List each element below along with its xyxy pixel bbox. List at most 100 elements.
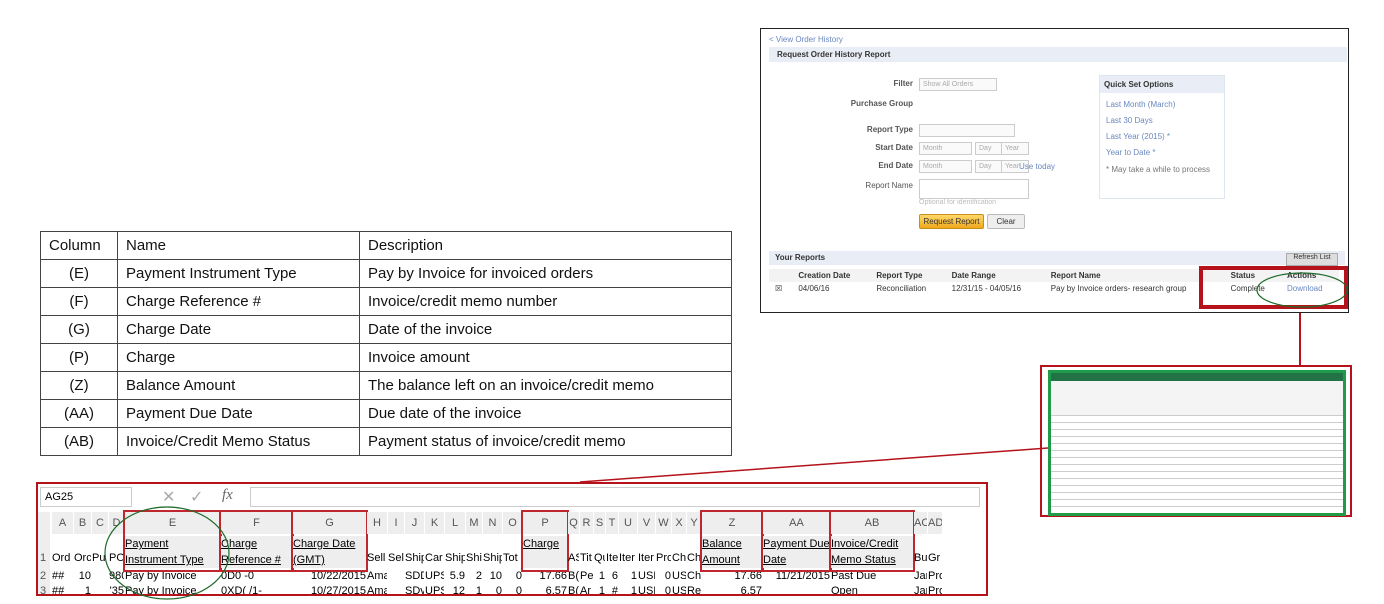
header-cell[interactable]: AS xyxy=(568,552,579,568)
cell[interactable]: 10 xyxy=(74,570,91,584)
cell[interactable]: 17.66 xyxy=(702,570,762,584)
column-header[interactable]: K xyxy=(425,512,444,534)
clear-button[interactable]: Clear xyxy=(987,214,1025,229)
cell[interactable]: 10/27/2015 xyxy=(293,585,366,594)
cell[interactable] xyxy=(763,585,830,594)
row-number[interactable]: 2 xyxy=(40,570,46,582)
column-header[interactable]: I xyxy=(388,512,404,534)
filter-select[interactable]: Show All Orders xyxy=(919,78,997,91)
cell[interactable]: Amazon xyxy=(367,585,387,594)
cell[interactable]: 1 xyxy=(619,585,637,594)
header-cell[interactable]: Iter xyxy=(638,552,655,568)
start-year-select[interactable]: Year xyxy=(1001,142,1029,155)
header-cell[interactable]: Car xyxy=(425,552,444,568)
cell[interactable]: ## xyxy=(52,585,73,594)
cell[interactable]: 2 xyxy=(466,570,482,584)
header-cell[interactable]: Iter xyxy=(619,552,637,568)
formula-bar[interactable] xyxy=(250,487,980,507)
name-box[interactable]: AG25 xyxy=(40,487,132,507)
cell[interactable]: 12 xyxy=(445,585,465,594)
header-cell[interactable]: Shi xyxy=(466,552,482,568)
report-name-input[interactable] xyxy=(919,179,1029,199)
column-header[interactable]: X xyxy=(672,512,686,534)
cell[interactable]: USI xyxy=(672,570,686,584)
cell[interactable]: 0 xyxy=(503,570,522,584)
column-header[interactable]: A xyxy=(52,512,73,534)
cell[interactable]: B( xyxy=(568,585,579,594)
cell[interactable]: Pro xyxy=(928,585,942,594)
cell[interactable]: 0 xyxy=(483,585,502,594)
start-day-select[interactable]: Day xyxy=(975,142,1003,155)
column-header[interactable]: J xyxy=(405,512,424,534)
row-number[interactable]: 1 xyxy=(40,552,46,564)
cell[interactable]: 1 xyxy=(74,585,91,594)
cell[interactable]: ## xyxy=(52,570,73,584)
header-cell[interactable]: Chi xyxy=(672,552,686,568)
header-cell[interactable]: Ship xyxy=(483,552,502,568)
cell[interactable]: 10/22/2015 xyxy=(293,570,366,584)
cell[interactable]: Pe xyxy=(580,570,593,584)
cell[interactable]: Ch xyxy=(687,570,701,584)
cell[interactable]: 1 xyxy=(594,585,605,594)
header-cell[interactable]: Gr xyxy=(928,552,942,568)
header-cell[interactable]: Ch xyxy=(687,552,701,568)
column-header[interactable]: Y xyxy=(687,512,701,534)
cancel-icon[interactable]: ✕ xyxy=(162,487,175,507)
cell[interactable]: UPS xyxy=(425,570,444,584)
refresh-list-button[interactable]: Refresh List xyxy=(1286,253,1338,266)
use-today-link[interactable]: Use today xyxy=(1019,162,1055,171)
quick-set-link[interactable]: Year to Date * xyxy=(1106,145,1218,161)
header-cell[interactable]: Ship xyxy=(445,552,465,568)
column-header[interactable]: V xyxy=(638,512,655,534)
header-cell[interactable]: Sell xyxy=(388,552,404,568)
back-link[interactable]: < View Order History xyxy=(769,35,843,44)
column-header[interactable]: N xyxy=(483,512,502,534)
end-month-select[interactable]: Month xyxy=(919,160,972,173)
cell[interactable]: Past Due xyxy=(831,570,913,584)
header-cell[interactable]: Bu xyxy=(914,552,927,568)
header-cell[interactable]: Tot xyxy=(503,552,522,568)
column-header[interactable]: B xyxy=(74,512,91,534)
header-cell[interactable]: Ord xyxy=(52,552,73,568)
cell[interactable]: B( xyxy=(568,570,579,584)
quick-set-link[interactable]: Last Month (March) xyxy=(1106,97,1218,113)
function-icon[interactable]: fx xyxy=(222,487,233,504)
cell[interactable]: 11/21/2015 xyxy=(763,570,830,584)
column-header[interactable]: U xyxy=(619,512,637,534)
confirm-icon[interactable]: ✓ xyxy=(190,487,203,507)
cell[interactable]: 1 xyxy=(619,570,637,584)
column-header[interactable]: H xyxy=(367,512,387,534)
cell[interactable]: Jar xyxy=(914,570,927,584)
cell[interactable]: USI xyxy=(672,585,686,594)
cell[interactable]: # xyxy=(606,585,618,594)
cell[interactable]: 0 xyxy=(656,570,671,584)
cell[interactable]: USI xyxy=(638,585,655,594)
request-report-button[interactable]: Request Report xyxy=(919,214,984,229)
cell[interactable]: 10 xyxy=(483,570,502,584)
header-cell[interactable]: Qu xyxy=(594,552,605,568)
cell[interactable]: 5.9 xyxy=(445,570,465,584)
row-number[interactable]: 3 xyxy=(40,585,46,597)
cell[interactable]: Pro xyxy=(928,570,942,584)
end-day-select[interactable]: Day xyxy=(975,160,1003,173)
column-header[interactable]: Q xyxy=(568,512,579,534)
cell[interactable]: USI xyxy=(638,570,655,584)
cell[interactable]: Re xyxy=(687,585,701,594)
quick-set-link[interactable]: Last 30 Days xyxy=(1106,113,1218,129)
column-header[interactable]: R xyxy=(580,512,593,534)
column-header[interactable]: T xyxy=(606,512,618,534)
column-header[interactable]: AC xyxy=(914,512,927,534)
cell[interactable]: 6.57 xyxy=(523,585,567,594)
header-cell[interactable]: Sell xyxy=(367,552,387,568)
header-cell[interactable]: Pro xyxy=(656,552,671,568)
cell[interactable]: 0 xyxy=(503,585,522,594)
quick-set-link[interactable]: Last Year (2015) * xyxy=(1106,129,1218,145)
cell[interactable]: 1 xyxy=(466,585,482,594)
cell[interactable]: Open xyxy=(831,585,913,594)
cell[interactable]: Jar xyxy=(914,585,927,594)
header-cell[interactable]: Orc xyxy=(74,552,91,568)
column-header[interactable]: O xyxy=(503,512,522,534)
cell[interactable]: 6 xyxy=(606,570,618,584)
cell[interactable] xyxy=(388,585,404,594)
column-header[interactable]: M xyxy=(466,512,482,534)
